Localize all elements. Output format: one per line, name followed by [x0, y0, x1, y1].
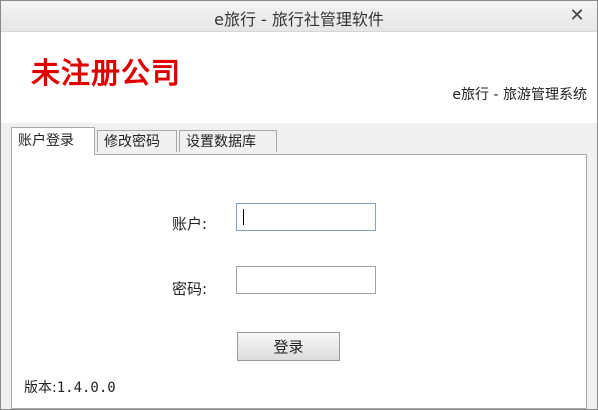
text-caret	[243, 209, 244, 225]
account-input[interactable]	[236, 203, 376, 231]
system-subtitle: e旅行 - 旅游管理系统	[452, 87, 587, 103]
tab-change-password[interactable]: 修改密码	[97, 130, 177, 152]
password-label: 密码:	[172, 280, 208, 298]
app-window: e旅行 - 旅行社管理软件 ✕ 未注册公司 e旅行 - 旅游管理系统 账户登录 …	[0, 0, 598, 410]
login-panel: 账户: 密码: 登录 版本:1.4.0.0	[11, 154, 587, 409]
login-button[interactable]: 登录	[237, 332, 340, 361]
tab-database-settings[interactable]: 设置数据库	[179, 130, 277, 152]
account-label: 账户:	[172, 215, 208, 233]
version-number: 1.4.0.0	[56, 380, 116, 396]
title-bar: e旅行 - 旅行社管理软件 ✕	[1, 1, 597, 32]
tab-account-login[interactable]: 账户登录	[11, 127, 95, 155]
close-icon[interactable]: ✕	[565, 5, 589, 27]
version-label: 版本:	[24, 380, 57, 396]
window-title: e旅行 - 旅行社管理软件	[214, 10, 384, 29]
password-input[interactable]	[236, 266, 376, 294]
company-name: 未注册公司	[31, 56, 182, 90]
header-banner: 未注册公司 e旅行 - 旅游管理系统	[1, 32, 597, 123]
version-info: 版本:1.4.0.0	[24, 377, 116, 397]
